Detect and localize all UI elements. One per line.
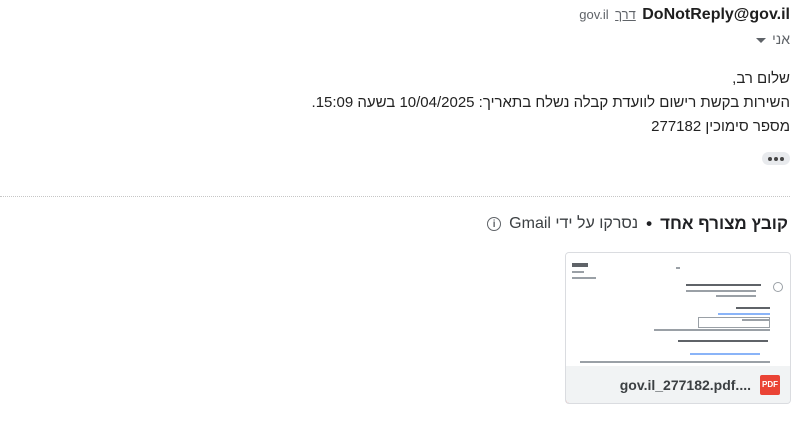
attachment-file-name[interactable]: gov.il_277182.pdf.... <box>620 377 751 393</box>
message-line-2: מספר סימוכין 277182 <box>651 118 790 135</box>
dot-icon <box>780 156 784 161</box>
attachment-card[interactable]: PDF gov.il_277182.pdf.... <box>565 252 791 404</box>
message-line-1: השירות בקשת רישום לוועדת קבלה נשלח בתארי… <box>311 94 790 111</box>
recipient-toggle[interactable]: אני <box>756 31 790 47</box>
message-greeting: שלום רב, <box>732 70 790 87</box>
message-body: שלום רב, השירות בקשת רישום לוועדת קבלה נ… <box>190 67 790 139</box>
sender-address[interactable]: DoNotReply@gov.il <box>642 6 790 23</box>
dot-icon <box>774 156 778 161</box>
sender-via-domain: gov.il <box>579 7 609 22</box>
info-icon[interactable]: i <box>487 217 502 231</box>
divider <box>0 196 790 197</box>
attachments-header: קובץ מצורף אחד • נסרקו על ידי Gmail i <box>487 214 788 234</box>
attachments-separator: • <box>646 214 653 233</box>
sender-line: gov.il דרך DoNotReply@gov.il <box>579 6 790 24</box>
attachments-scanned-label: נסרקו על ידי Gmail <box>509 215 639 232</box>
show-trimmed-content-button[interactable] <box>762 152 790 165</box>
chevron-down-icon <box>756 37 767 43</box>
attachment-file-bar: PDF gov.il_277182.pdf.... <box>566 366 790 403</box>
recipient-label: אני <box>772 31 790 47</box>
dot-icon <box>768 156 772 161</box>
sender-via-link[interactable]: דרך <box>615 7 636 22</box>
attachments-count: קובץ מצורף אחד <box>660 214 788 233</box>
pdf-icon: PDF <box>760 374 780 395</box>
pdf-thumbnail <box>566 253 790 366</box>
